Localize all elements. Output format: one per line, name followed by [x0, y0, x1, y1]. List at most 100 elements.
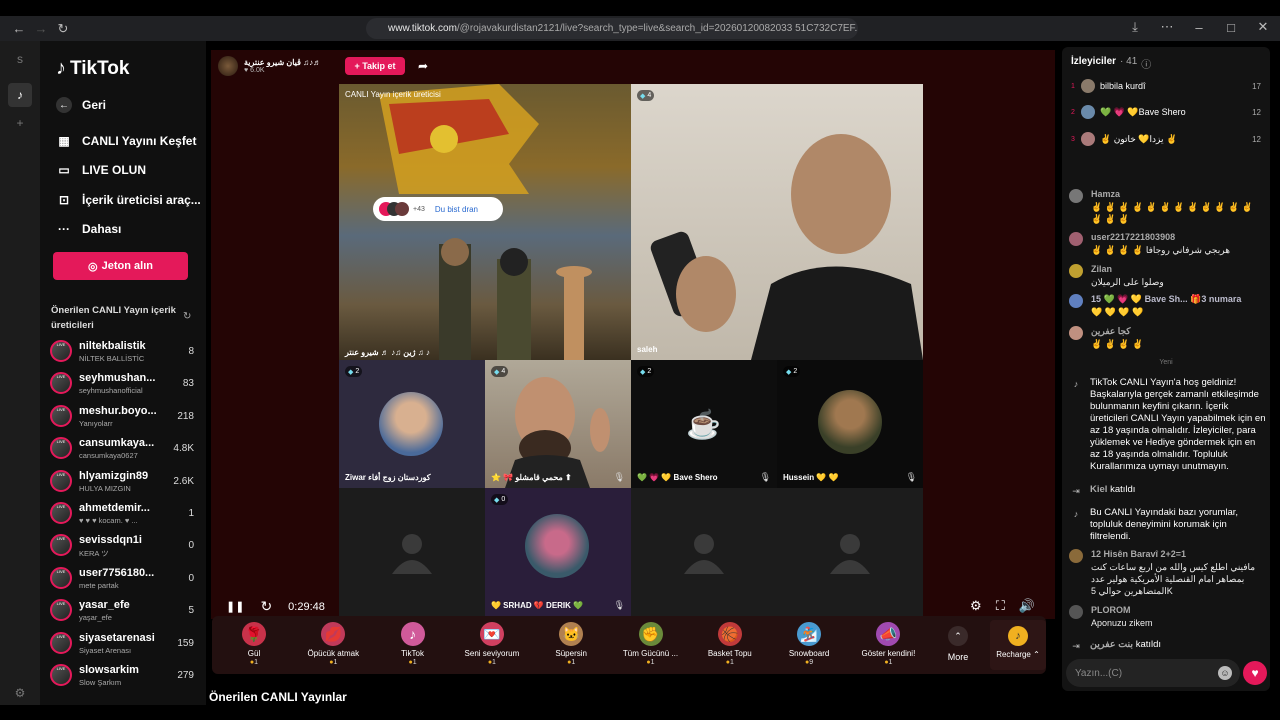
suggested-creator[interactable]: LIVE yasar_efe yaşar_efe 5: [50, 597, 200, 627]
nav-creator-tools[interactable]: ⊡ İçerik üreticisi araç...: [56, 192, 201, 208]
chat-message[interactable]: كجا عفرين ✌ ✌ ✌ ✌: [1069, 326, 1264, 354]
get-coins-button[interactable]: ◎ Jeton alın: [53, 252, 188, 280]
host-video-tile[interactable]: CANLI Yayın içerik üreticisi +43 Du bist…: [339, 84, 631, 360]
gift-item[interactable]: 🌹 Gül ●1: [220, 620, 288, 670]
gift-item[interactable]: 💌 Seni seviyorum ●1: [458, 620, 526, 670]
emoji-icon[interactable]: ☺: [1218, 666, 1232, 680]
suggested-creator[interactable]: LIVE niltekbalistik NİLTEK BALLİSTİC 8: [50, 338, 200, 368]
gift-item[interactable]: ♪ TikTok ●1: [379, 620, 447, 670]
creator-avatar: LIVE: [50, 437, 72, 460]
settings-gear-icon[interactable]: ⚙: [8, 681, 32, 705]
tiktok-logo[interactable]: ♪ TikTok: [56, 57, 129, 80]
suggested-creator[interactable]: LIVE user7756180... mete partak 0: [50, 565, 200, 595]
maximize-icon[interactable]: □: [1220, 16, 1242, 38]
creator-avatar: LIVE: [50, 340, 72, 362]
refresh-stream-icon[interactable]: ↻: [260, 598, 272, 615]
chat-message[interactable]: PLOROM Aponuzu zikem: [1069, 605, 1264, 631]
nav-more[interactable]: ··· Dahası: [56, 221, 121, 237]
suggested-creator[interactable]: LIVE seyhmushan... seyhmushanofficial 83: [50, 370, 200, 400]
gift-item[interactable]: 📣 Göster kendini! ●1: [854, 620, 922, 670]
download-icon[interactable]: ⤓: [1124, 16, 1146, 38]
address-bar[interactable]: www.tiktok.com/@rojavakurdistan2121/live…: [366, 18, 858, 39]
chat-message[interactable]: Zilan وصلوا على الرميلان: [1069, 264, 1264, 292]
guest-badge: ◆ 4: [491, 366, 509, 377]
chat-avatar: [1069, 605, 1083, 619]
chat-message[interactable]: 15 💚 💗 💛 Bave Sh... 🎁3 numara 💛 💛 💛 💛: [1069, 294, 1264, 324]
top-viewer[interactable]: 2 💚 💗 💛Bave Shero 12: [1071, 103, 1261, 121]
follow-button[interactable]: + Takip et: [345, 57, 405, 75]
gift-name: Basket Topu: [707, 649, 752, 658]
gift-name: Göster kendini!: [861, 649, 916, 658]
recharge-button[interactable]: ♪ Recharge ⌃: [990, 620, 1046, 670]
stream-timer: 0:29:48: [288, 600, 325, 613]
suggested-creator[interactable]: LIVE hlyamizgin89 HULYA MIZGIN 2.6K: [50, 468, 200, 498]
guest-avatar: [525, 514, 589, 578]
host-info[interactable]: ڤیان شیرو عنترية ♫♪♬ ♥ 6.0K: [218, 56, 339, 76]
stream-player[interactable]: ڤیان شیرو عنترية ♫♪♬ ♥ 6.0K + Takip et ➦…: [211, 50, 1055, 619]
chat-message[interactable]: user2217221803908 ✌ ✌ ✌ ✌ هربجي شرفاني رو…: [1069, 232, 1264, 262]
reload-icon[interactable]: ↻: [52, 18, 74, 40]
empty-seat[interactable]: [339, 488, 485, 616]
suggested-creator[interactable]: LIVE sevissdqn1i KERA ツ 0: [50, 532, 200, 562]
suggested-creator[interactable]: LIVE cansumkaya... cansumkaya0627 4.8K: [50, 435, 200, 465]
tiktok-tab-icon[interactable]: ♪: [8, 83, 32, 107]
creator-avatar: LIVE: [50, 664, 72, 686]
nav-label: Dahası: [82, 222, 122, 236]
add-tab-icon[interactable]: +: [8, 111, 32, 135]
menu-dots-icon[interactable]: ⋯: [1156, 16, 1178, 38]
minimize-icon[interactable]: –: [1188, 16, 1210, 38]
volume-icon[interactable]: 🔊: [1019, 598, 1035, 614]
more-gifts-button[interactable]: ⌃ More: [938, 626, 978, 662]
viewers-header[interactable]: İzleyiciler · 41 ⓘ: [1071, 56, 1151, 71]
chat-input[interactable]: Yazın...(C) ☺: [1066, 659, 1240, 687]
suggested-creator[interactable]: LIVE meshur.boyo... Yanıyolarr 218: [50, 403, 200, 433]
guest-tile-hussein[interactable]: ◆ 2 Hussein 💛 💛 🎙: [777, 360, 923, 488]
chat-avatar: [1069, 232, 1083, 246]
browser-toolbar: ← → ↻ www.tiktok.com/@rojavakurdistan212…: [0, 16, 1280, 41]
chat-message[interactable]: 12 Hisên Baravî 2+2=1 مافيني اطلع كيس وال…: [1069, 549, 1264, 601]
join-banner[interactable]: +43 Du bist dran: [373, 197, 503, 221]
guest-name: Hussein 💛 💛: [783, 473, 839, 482]
back-arrow-icon[interactable]: ←: [8, 18, 30, 40]
creator-avatar: LIVE: [50, 469, 72, 492]
gift-item[interactable]: 🏀 Basket Topu ●1: [696, 620, 764, 670]
info-icon[interactable]: ⓘ: [1141, 56, 1151, 71]
top-viewer[interactable]: 3 ✌ يزدا💛 خاتون ✌ 12: [1071, 130, 1261, 148]
tiktok-icon: ♪: [1073, 509, 1079, 519]
like-heart-icon[interactable]: ♥: [1243, 661, 1267, 685]
chat-message[interactable]: Hamza ✌ ✌ ✌ ✌ ✌ ✌ ✌ ✌ ✌ ✌ ✌ ✌ ✌ ✌ ✌: [1069, 189, 1264, 229]
guest-tile-qamishlo[interactable]: ◆ 4 ⭐ 🎀 محمي قامشلو ⬆ 🎙: [485, 360, 631, 488]
more-label: More: [947, 652, 969, 662]
chat-avatar: [1069, 264, 1083, 278]
share-icon[interactable]: ➦: [418, 59, 428, 73]
creator-avatar: LIVE: [50, 566, 72, 589]
refresh-icon[interactable]: ↻: [183, 311, 191, 322]
close-icon[interactable]: ✕: [1252, 16, 1274, 38]
settings-icon[interactable]: ⚙: [970, 598, 982, 614]
guest-tile-ziwar[interactable]: ◆ 2 Ziwar کوردستان زوج أفاء: [339, 360, 485, 488]
fullscreen-icon[interactable]: ⛶: [996, 598, 1005, 614]
tab-icon[interactable]: s: [8, 47, 32, 71]
back-link[interactable]: ← Geri: [56, 97, 106, 113]
top-viewer[interactable]: 1 bilbila kurdî 17: [1071, 77, 1261, 95]
new-divider: Yeni: [1159, 359, 1173, 366]
nav-go-live[interactable]: ▭ LIVE OLUN: [56, 162, 146, 178]
empty-seat[interactable]: [631, 488, 777, 616]
gift-item[interactable]: 💋 Öpücük atmak ●1: [299, 620, 367, 670]
gift-item[interactable]: 🐱 Süpersin ●1: [537, 620, 605, 670]
pause-icon[interactable]: ❚❚: [226, 600, 244, 613]
guest-tile-bave-shero[interactable]: ☕ ◆ 2 💚 💗 💛 Bave Shero 🎙: [631, 360, 777, 488]
coin-icon: ♪: [1008, 626, 1028, 646]
gift-item[interactable]: ✊ Tüm Gücünü ... ●1: [617, 620, 685, 670]
nav-explore-live[interactable]: ▦ CANLI Yayını Keşfet: [56, 133, 196, 149]
suggested-creator[interactable]: LIVE slowsarkim Slow Şarkım 279: [50, 662, 200, 692]
suggested-creator[interactable]: LIVE siyasetarenasi Siyaset Arenası 159: [50, 630, 200, 660]
gift-price: ●1: [249, 659, 259, 666]
empty-seat[interactable]: [777, 488, 923, 616]
guest-tile-srhad[interactable]: ◆ 0 💛 SRHAD 💔 DERIK 💚 🎙: [485, 488, 631, 616]
host-avatar[interactable]: [218, 56, 238, 76]
forward-arrow-icon[interactable]: →: [30, 18, 52, 40]
suggested-creator[interactable]: LIVE ahmetdemir... ♥ ♥ ♥ kocam. ♥ ... 1: [50, 500, 200, 530]
gift-item[interactable]: 🏂 Snowboard ●9: [775, 620, 843, 670]
guest-tile-saleh[interactable]: ◆ 4 saleh: [631, 84, 923, 360]
